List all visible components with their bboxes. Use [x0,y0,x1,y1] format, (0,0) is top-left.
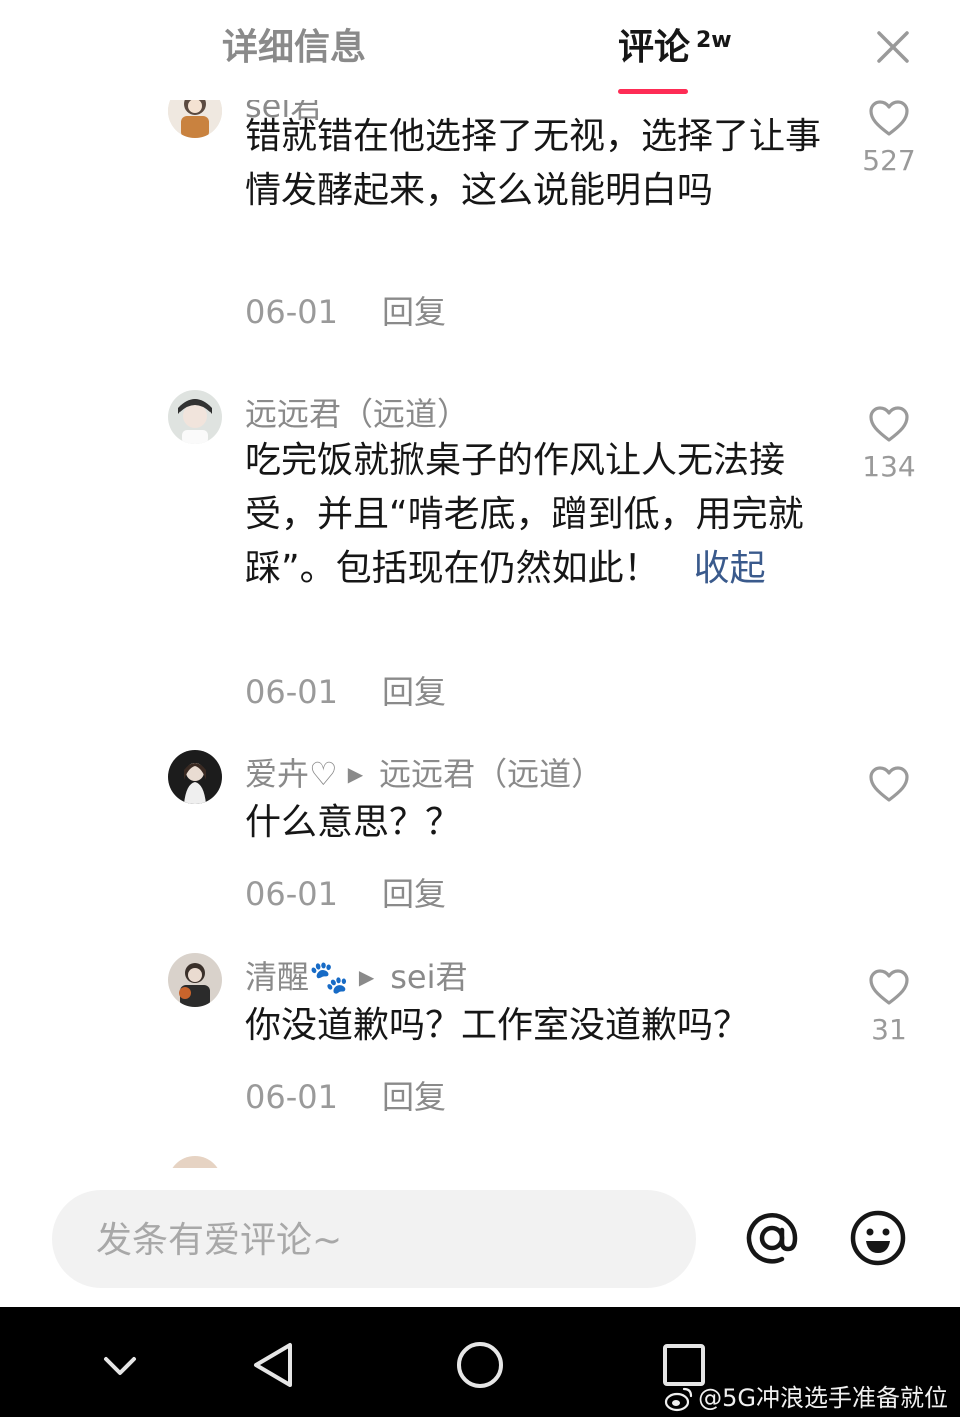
emoji-icon[interactable] [848,1208,908,1268]
heart-icon[interactable] [867,100,911,138]
comment-author: 爱卉♡ ▶ 远远君（远道） [245,754,603,794]
chevron-down-icon[interactable] [92,1337,148,1393]
avatar[interactable] [168,390,222,444]
like-button[interactable]: 31 [862,967,916,1047]
avatar[interactable] [168,1156,222,1168]
tab-comments[interactable]: 评论 [618,26,690,70]
avatar[interactable] [168,100,222,138]
heart-icon[interactable] [867,404,911,444]
back-icon[interactable] [246,1337,302,1393]
comment-date: 06-01 [245,293,338,331]
reply-button[interactable]: 回复 [382,875,446,913]
tab-details[interactable]: 详细信息 [222,26,366,70]
watermark: @5G冲浪选手准备就位 [664,1378,948,1413]
comment-meta: 06-01 回复 [245,874,446,914]
comment-text: 错就错在他选择了无视，选择了让事情发酵起来，这么说能明白吗 [245,116,822,211]
comment-author[interactable]: 远远君（远道） [245,394,469,434]
comment-date: 06-01 [245,1078,338,1116]
heart-icon[interactable] [867,967,911,1007]
heart-icon[interactable] [867,764,911,804]
comment-meta: 06-01 回复 [245,672,446,712]
active-tab-indicator [618,89,688,94]
author-name[interactable]: 清醒🐾 [245,958,349,996]
like-button[interactable]: 527 [862,100,916,178]
comment-meta: 06-01 回复 [245,1077,446,1117]
comment-text: 吃完饭就掀桌子的作风让人无法接受，并且“啃老底，蹭到低，用完就踩”。包括现在仍然… [245,434,825,596]
like-button[interactable] [862,764,916,810]
like-count: 134 [862,450,916,483]
watermark-text: @5G冲浪选手准备就位 [698,1384,948,1412]
avatar[interactable] [168,750,222,804]
comment-text: 什么意思？？ [245,802,462,843]
comment-text: 你没道歉吗？工作室没道歉吗？ [245,1005,750,1046]
at-icon[interactable] [742,1208,802,1268]
comment-meta: 06-01 回复 [245,292,446,332]
comment-list[interactable]: sei君 错就错在他选择了无视，选择了让事情发酵起来，这么说能明白吗 06-01… [0,100,960,1168]
reply-button[interactable]: 回复 [382,1078,446,1116]
like-count: 527 [862,144,916,177]
like-button[interactable]: 134 [862,404,916,484]
comments-header: 详细信息 评论 2w [0,0,960,100]
reply-arrow-icon: ▶ [358,965,375,989]
home-icon[interactable] [452,1337,508,1393]
comment-input[interactable] [94,1214,658,1266]
reply-target-name[interactable]: 远远君（远道） [379,755,603,793]
comment-input-bar [52,1190,696,1288]
comment-author: 清醒🐾 ▶ sei君 [245,957,468,997]
weibo-icon [665,1387,693,1412]
author-name[interactable]: 爱卉♡ [245,755,338,793]
comment-date: 06-01 [245,875,338,913]
reply-button[interactable]: 回复 [382,293,446,331]
comment-count-badge: 2w [696,28,732,53]
avatar[interactable] [168,953,222,1007]
reply-button[interactable]: 回复 [382,673,446,711]
like-count: 31 [871,1013,907,1046]
collapse-link[interactable]: 收起 [694,548,766,589]
comment-date: 06-01 [245,673,338,711]
reply-arrow-icon: ▶ [347,762,364,786]
author-name[interactable]: 远远君（远道） [245,395,469,433]
close-icon[interactable] [868,22,918,72]
reply-target-name[interactable]: sei君 [390,958,467,996]
